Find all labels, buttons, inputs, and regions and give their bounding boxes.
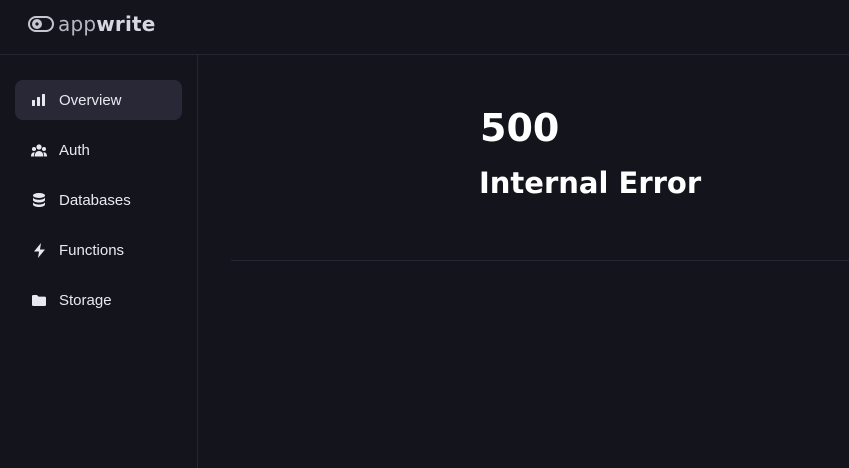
appwrite-logo[interactable]: appwrite	[28, 10, 156, 38]
sidebar-item-label: Storage	[59, 291, 112, 309]
sidebar-item-overview[interactable]: Overview	[15, 80, 182, 120]
appwrite-logo-icon	[28, 15, 54, 33]
bar-chart-icon	[31, 92, 47, 108]
sidebar-nav: Overview Auth Databases Functions Storag…	[15, 80, 182, 330]
top-bar: appwrite	[0, 0, 849, 55]
sidebar: Overview Auth Databases Functions Storag…	[0, 55, 198, 468]
error-message: Internal Error	[479, 166, 702, 200]
sidebar-item-functions[interactable]: Functions	[15, 230, 182, 270]
sidebar-item-databases[interactable]: Databases	[15, 180, 182, 220]
folder-icon	[31, 292, 47, 308]
logo-text: appwrite	[58, 12, 156, 36]
sidebar-item-label: Auth	[59, 141, 90, 159]
divider	[231, 260, 849, 261]
sidebar-item-label: Functions	[59, 241, 125, 259]
users-icon	[31, 142, 47, 158]
database-icon	[31, 192, 47, 208]
sidebar-item-label: Databases	[59, 191, 131, 209]
sidebar-item-auth[interactable]: Auth	[15, 130, 182, 170]
error-code: 500	[480, 106, 560, 150]
lightning-icon	[31, 242, 47, 258]
sidebar-item-label: Overview	[59, 91, 122, 109]
sidebar-item-storage[interactable]: Storage	[15, 280, 182, 320]
main-content: 500 Internal Error	[199, 56, 849, 468]
